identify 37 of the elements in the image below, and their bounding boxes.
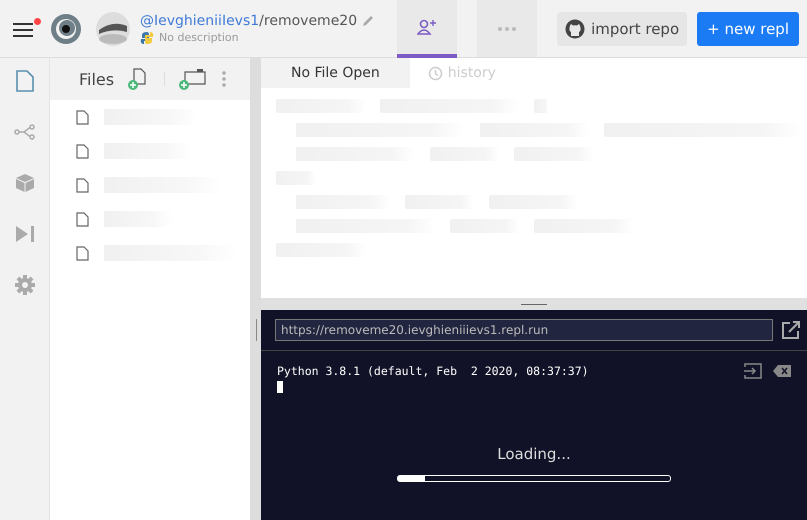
text-cursor [277,381,283,393]
spiral-logo-icon [49,12,83,46]
path-separator: / [259,12,264,28]
file-icon [76,246,89,260]
open-external-icon[interactable] [781,320,801,340]
file-icon [76,212,89,226]
add-person-icon [417,18,438,34]
owner-link[interactable]: @IevghieniiIevs1 [140,12,260,28]
share-icon [14,124,36,140]
github-icon [565,18,586,38]
python-icon [140,30,154,44]
step-icon [14,225,34,243]
description-text: No description [159,31,239,44]
avatar[interactable] [96,12,130,46]
clear-icon[interactable] [773,365,791,377]
more-icon [497,26,518,32]
history-icon [428,66,443,80]
settings-icon [14,275,34,295]
file-icon [16,70,34,92]
files-title: Files [79,70,114,88]
new-repl-button[interactable]: + new repl [697,12,799,46]
url-field[interactable]: https://removeme20.ievghieniiievs1.repl.run [275,319,773,341]
input-icon[interactable] [743,363,763,379]
file-tab[interactable]: No File Open [261,58,410,88]
edit-icon[interactable] [361,14,376,28]
repl-name: removeme20 [264,12,358,28]
file-icon [76,144,89,158]
file-icon [76,110,89,124]
kebab-menu-icon[interactable] [221,70,228,88]
resize-handle[interactable] [250,58,261,520]
loading-text: Loading... [497,445,571,463]
invite-button[interactable] [397,0,458,58]
file-icon [76,178,89,192]
new-folder-icon[interactable] [179,67,208,91]
cube-icon [14,173,34,193]
console-output: Python 3.8.1 (default, Feb 2 2020, 08:37:37) [277,364,589,378]
import-repo-button[interactable]: import repo [557,12,688,46]
